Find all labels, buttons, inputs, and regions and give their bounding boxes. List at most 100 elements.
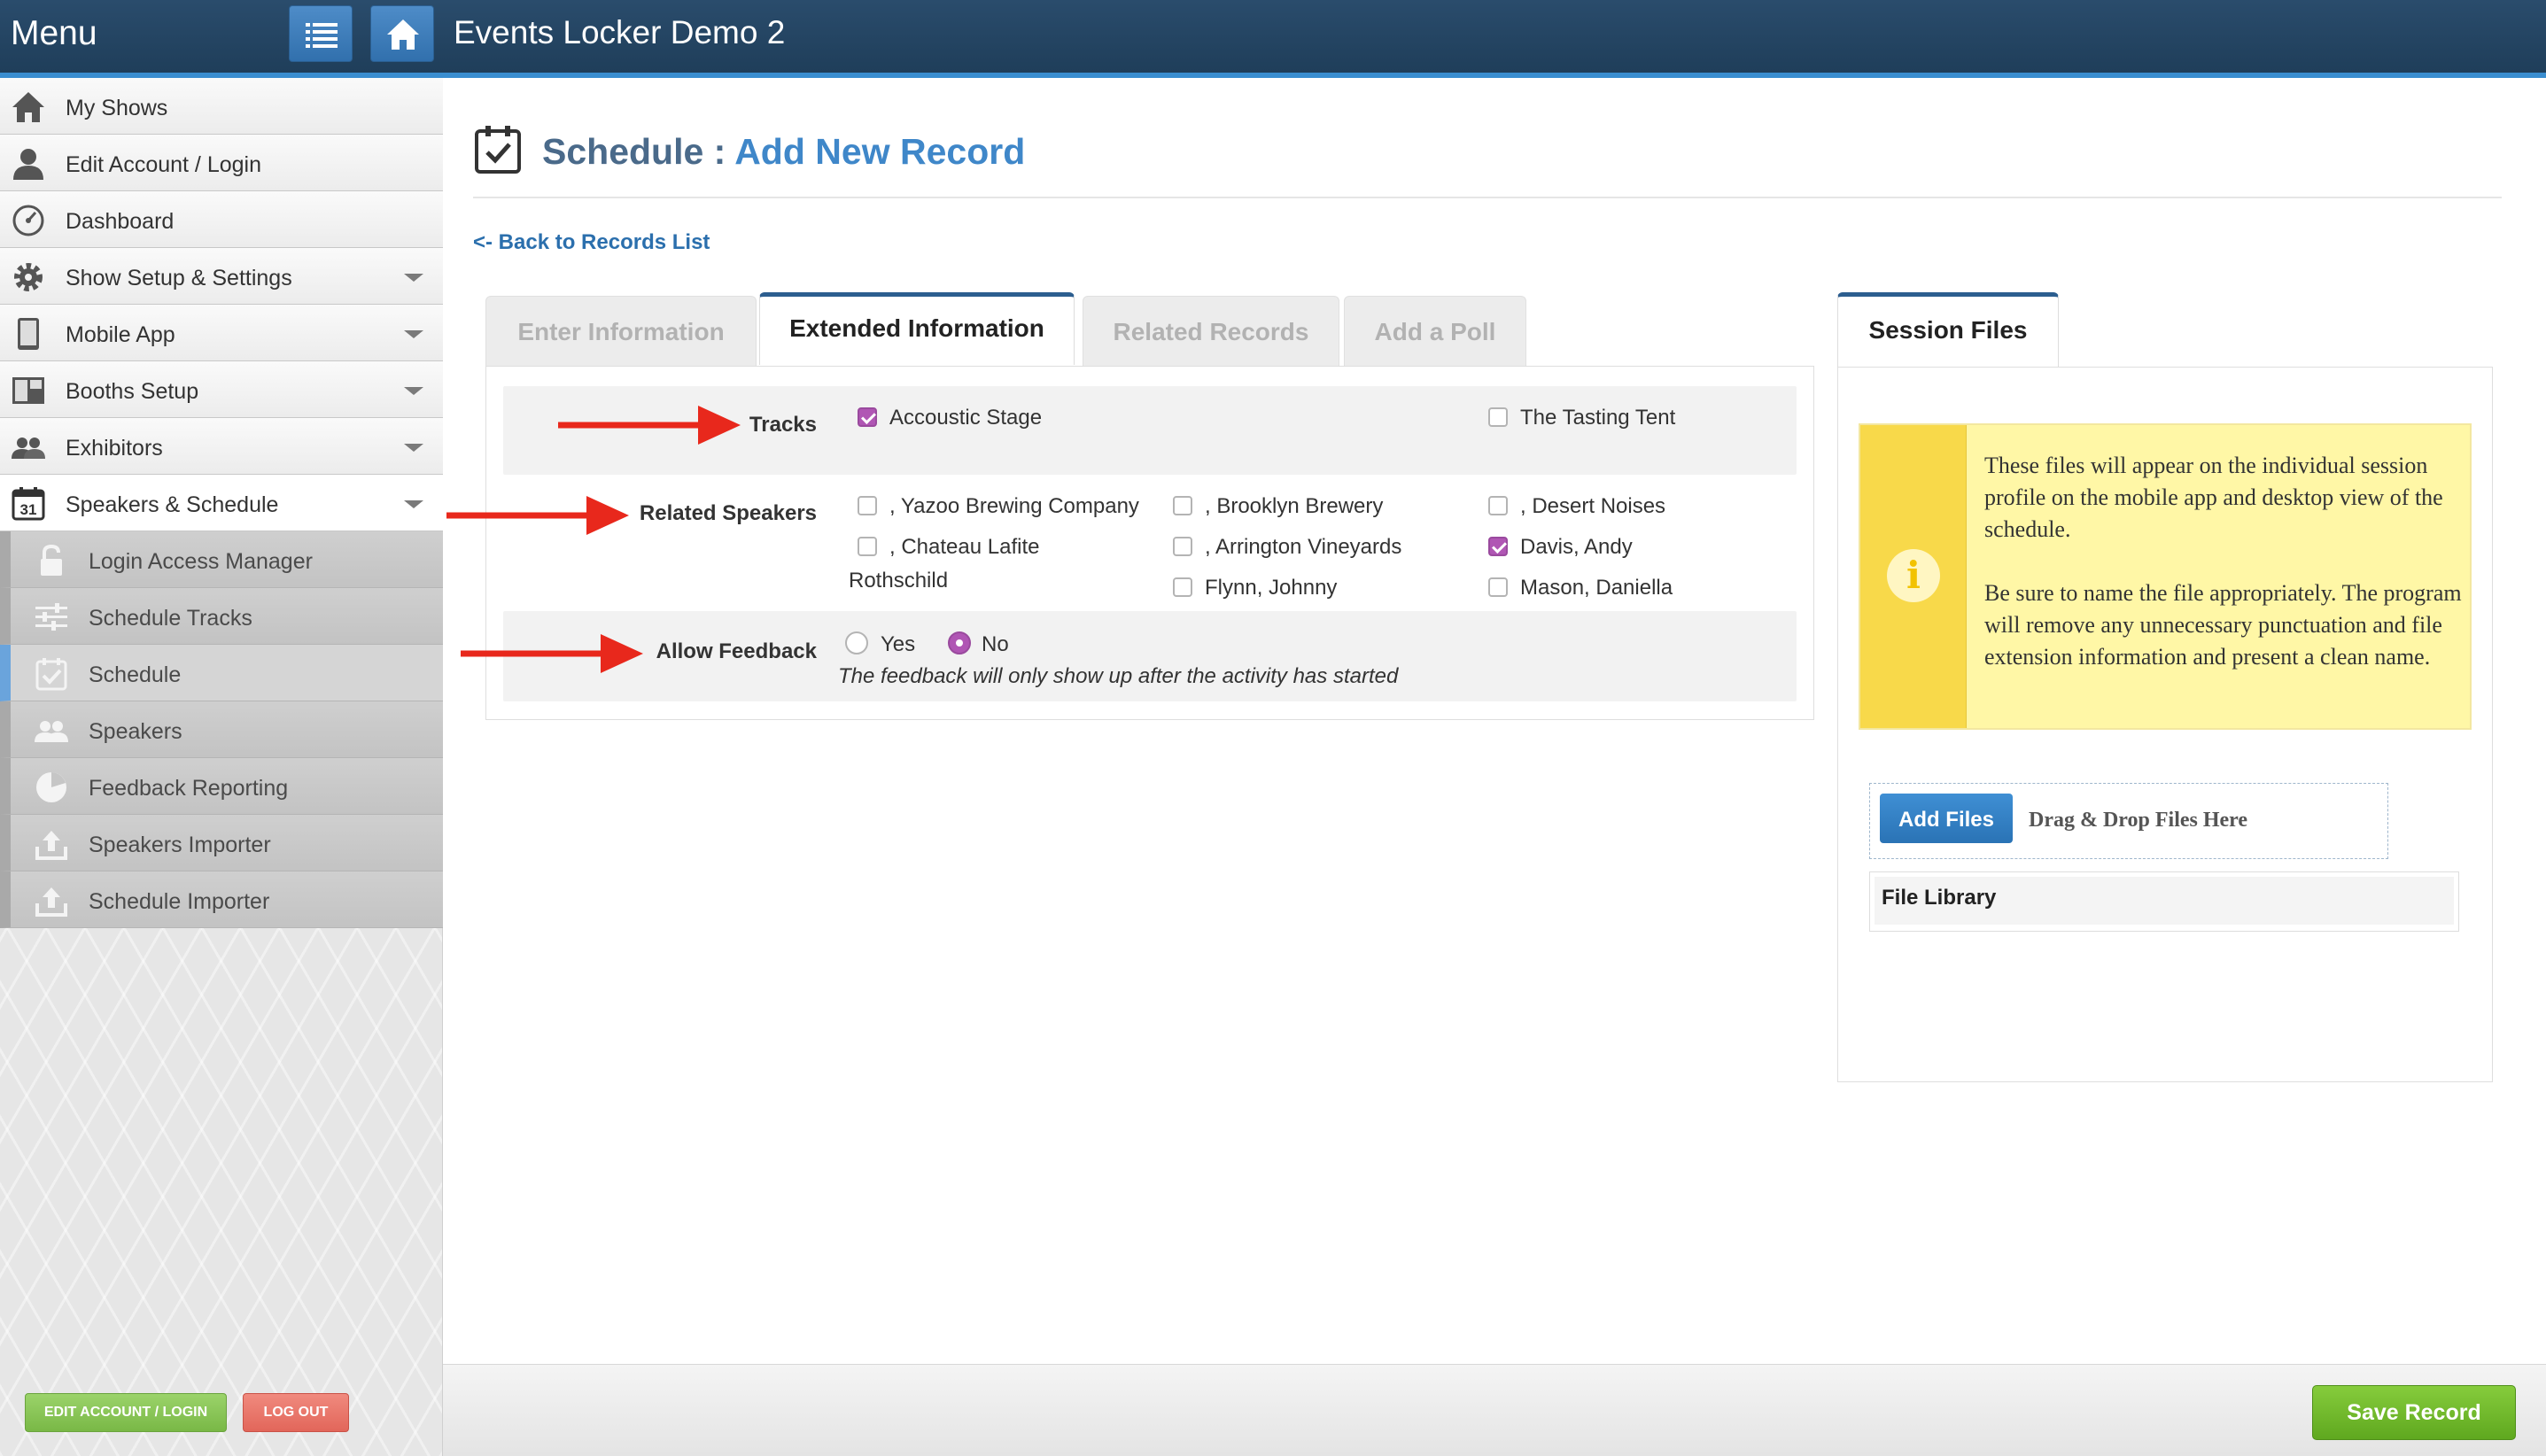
speaker-checkbox[interactable] bbox=[1173, 537, 1192, 556]
lock-icon bbox=[41, 544, 62, 576]
sidebar-item-show-setup[interactable]: Show Setup & Settings bbox=[0, 248, 443, 305]
sidebar-item-my-shows[interactable]: My Shows bbox=[0, 78, 443, 135]
sidebar-subitem-feedback-reporting[interactable]: Feedback Reporting bbox=[0, 758, 443, 815]
sidebar-item-label: Feedback Reporting bbox=[89, 776, 289, 801]
tab-extended-information[interactable]: Extended Information bbox=[759, 292, 1075, 365]
sidebar-subitem-speakers[interactable]: Speakers bbox=[0, 701, 443, 758]
annotation-arrow-icon bbox=[558, 406, 741, 445]
chevron-down-icon[interactable] bbox=[404, 500, 423, 508]
menu-label: Menu bbox=[11, 14, 97, 52]
sidebar-item-dashboard[interactable]: Dashboard bbox=[0, 191, 443, 248]
home-icon bbox=[387, 19, 419, 50]
upload-icon bbox=[35, 887, 67, 917]
speaker-checkbox[interactable] bbox=[858, 537, 877, 556]
chevron-down-icon[interactable] bbox=[404, 330, 423, 338]
gauge-icon bbox=[12, 205, 44, 236]
chevron-down-icon[interactable] bbox=[404, 274, 423, 282]
speaker-option-label-continued: Rothschild bbox=[849, 569, 949, 592]
info-paragraph: These files will appear on the individua… bbox=[1984, 453, 2443, 542]
speaker-option-label: Flynn, Johnny bbox=[1205, 576, 1338, 600]
calendar-check-icon bbox=[35, 658, 67, 691]
tab-add-a-poll[interactable]: Add a Poll bbox=[1344, 296, 1526, 367]
sidebar-item-label: My Shows bbox=[66, 96, 168, 120]
home-button[interactable] bbox=[370, 5, 434, 62]
feedback-option-label: Yes bbox=[881, 632, 916, 656]
tab-enter-information[interactable]: Enter Information bbox=[485, 296, 757, 367]
tablet-icon bbox=[18, 318, 39, 350]
sidebar-item-label: Speakers bbox=[89, 719, 182, 744]
speaker-checkbox[interactable] bbox=[1488, 496, 1508, 515]
page-title-separator: : bbox=[703, 131, 735, 172]
layout-icon bbox=[12, 377, 44, 404]
people-icon bbox=[12, 438, 45, 459]
sidebar-item-label: Speakers & Schedule bbox=[66, 492, 279, 517]
feedback-note: The feedback will only show up after the… bbox=[838, 664, 1399, 688]
speaker-option-label: , Chateau Lafite bbox=[889, 535, 1040, 559]
logout-button[interactable]: LOG OUT bbox=[243, 1393, 349, 1432]
list-icon bbox=[306, 23, 338, 48]
sidebar-item-label: Login Access Manager bbox=[89, 549, 313, 574]
sidebar-item-speakers-schedule[interactable]: 31 Speakers & Schedule bbox=[0, 475, 443, 531]
sidebar-item-edit-account[interactable]: Edit Account / Login bbox=[0, 135, 443, 191]
sidebar-item-label: Schedule bbox=[89, 662, 182, 687]
speaker-option-label: , Yazoo Brewing Company bbox=[889, 494, 1139, 518]
sidebar-item-label: Schedule Importer bbox=[89, 889, 270, 914]
track-option-label: Accoustic Stage bbox=[889, 406, 1043, 430]
speaker-checkbox[interactable] bbox=[1173, 577, 1192, 597]
speaker-option-label: Davis, Andy bbox=[1520, 535, 1633, 559]
back-to-records-link[interactable]: <- Back to Records List bbox=[473, 230, 710, 255]
sidebar-subitem-speakers-importer[interactable]: Speakers Importer bbox=[0, 815, 443, 871]
feedback-option-label: No bbox=[982, 632, 1009, 656]
sidebar-subitem-login-access-manager[interactable]: Login Access Manager bbox=[0, 531, 443, 588]
title-divider bbox=[473, 197, 2502, 198]
info-text: These files will appear on the individua… bbox=[1984, 450, 2463, 673]
edit-account-login-button[interactable]: EDIT ACCOUNT / LOGIN bbox=[25, 1393, 227, 1432]
gear-icon bbox=[14, 263, 43, 291]
annotation-arrow-icon bbox=[461, 634, 643, 673]
sidebar-item-label: Show Setup & Settings bbox=[66, 266, 292, 290]
save-record-button[interactable]: Save Record bbox=[2312, 1385, 2516, 1440]
sidebar-subitem-schedule-tracks[interactable]: Schedule Tracks bbox=[0, 588, 443, 645]
speaker-option-label: , Brooklyn Brewery bbox=[1205, 494, 1384, 518]
feedback-radio-no[interactable] bbox=[948, 631, 971, 654]
page-title-main: Schedule bbox=[542, 131, 704, 172]
upload-icon bbox=[35, 831, 67, 860]
app-title: Events Locker Demo 2 bbox=[454, 14, 786, 50]
calendar-icon: 31 bbox=[12, 487, 45, 521]
list-view-button[interactable] bbox=[289, 5, 353, 62]
pie-chart-icon bbox=[36, 772, 66, 802]
speaker-checkbox[interactable] bbox=[1173, 496, 1192, 515]
sidebar-item-label: Booths Setup bbox=[66, 379, 199, 404]
speaker-checkbox[interactable] bbox=[1488, 537, 1508, 556]
people-icon bbox=[35, 721, 68, 742]
sidebar-item-exhibitors[interactable]: Exhibitors bbox=[0, 418, 443, 475]
drag-drop-label: Drag & Drop Files Here bbox=[2029, 809, 2248, 832]
top-bar: Menu Events Locker Demo 2 bbox=[0, 0, 2546, 78]
sidebar-item-label: Mobile App bbox=[66, 322, 175, 347]
footer-bar bbox=[443, 1364, 2546, 1456]
page-title: Schedule : Add New Record bbox=[542, 131, 1025, 173]
sidebar-item-booths-setup[interactable]: Booths Setup bbox=[0, 361, 443, 418]
home-icon bbox=[12, 92, 44, 122]
tab-session-files[interactable]: Session Files bbox=[1837, 292, 2059, 368]
sidebar-subitem-schedule-importer[interactable]: Schedule Importer bbox=[0, 871, 443, 928]
sidebar-item-label: Speakers Importer bbox=[89, 833, 271, 857]
chevron-down-icon[interactable] bbox=[404, 387, 423, 395]
sidebar-subitem-schedule[interactable]: Schedule bbox=[0, 645, 443, 701]
sidebar-item-mobile-app[interactable]: Mobile App bbox=[0, 305, 443, 361]
add-files-button[interactable]: Add Files bbox=[1880, 794, 2013, 843]
track-checkbox-tasting-tent[interactable] bbox=[1488, 407, 1508, 427]
tab-related-records[interactable]: Related Records bbox=[1083, 296, 1339, 367]
allow-feedback-label: Allow Feedback bbox=[656, 639, 817, 663]
sidebar: My Shows Edit Account / Login Dashboard … bbox=[0, 78, 443, 1456]
session-files-info-box: i These files will appear on the individ… bbox=[1859, 423, 2472, 730]
person-icon bbox=[13, 149, 43, 180]
track-option-label: The Tasting Tent bbox=[1520, 406, 1676, 430]
speaker-checkbox[interactable] bbox=[1488, 577, 1508, 597]
sidebar-item-label: Edit Account / Login bbox=[66, 152, 261, 177]
feedback-radio-yes[interactable] bbox=[845, 631, 868, 654]
track-checkbox-accoustic-stage[interactable] bbox=[858, 407, 877, 427]
speaker-checkbox[interactable] bbox=[858, 496, 877, 515]
chevron-down-icon[interactable] bbox=[404, 444, 423, 452]
annotation-arrow-icon bbox=[446, 496, 629, 535]
